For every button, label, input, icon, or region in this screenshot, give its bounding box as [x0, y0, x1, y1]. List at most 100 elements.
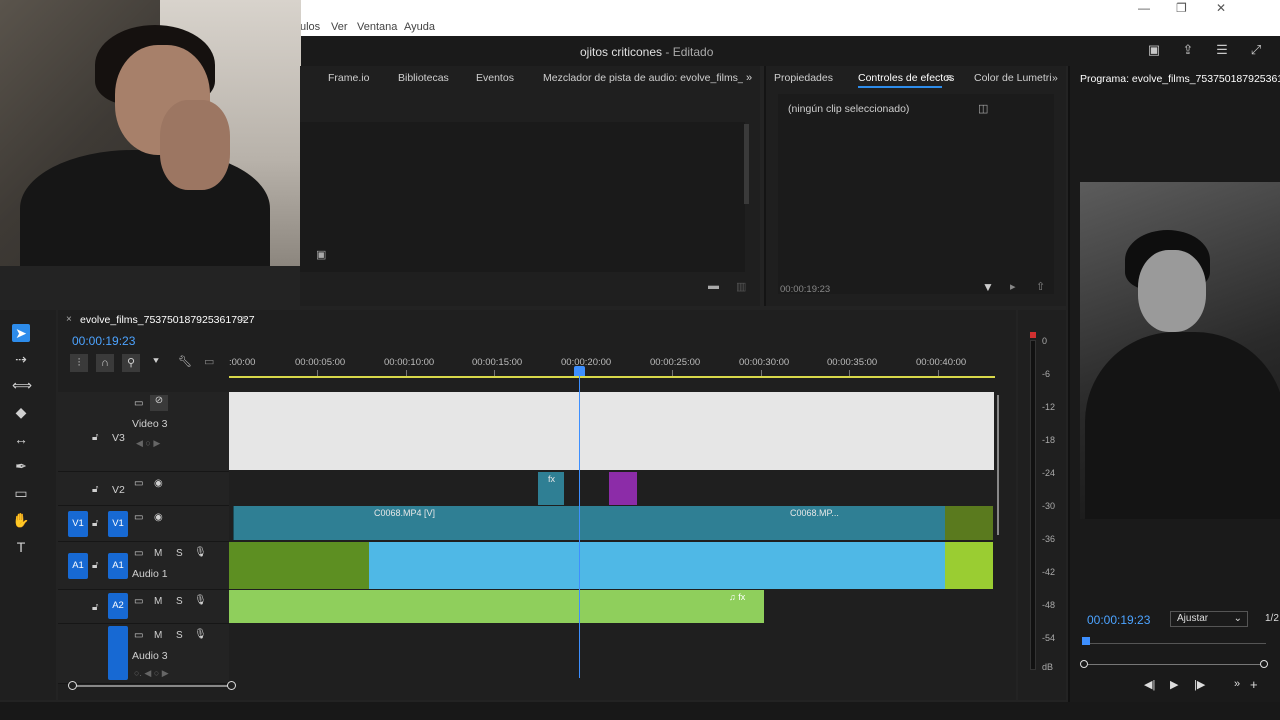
video-clip-v2[interactable]: fx — [538, 472, 564, 505]
toggle-timeline-icon[interactable]: ◫ — [978, 102, 988, 115]
rectangle-tool-icon[interactable]: ▭ — [12, 484, 30, 502]
library-icon[interactable]: ▣ — [316, 248, 326, 261]
source-patch-a1[interactable]: A1 — [68, 553, 88, 579]
sequence-menu-icon[interactable]: ≡ — [241, 314, 247, 325]
track-target-a3[interactable] — [108, 626, 128, 680]
restore-icon[interactable]: ❐ — [1176, 1, 1187, 15]
add-button-icon[interactable]: + — [1250, 677, 1258, 692]
zoom-fit-select[interactable]: Ajustar ⌄ — [1170, 611, 1248, 627]
sync-lock-icon[interactable]: ▭ — [134, 630, 143, 641]
pen-tool-icon[interactable]: ✒ — [12, 457, 30, 475]
lock-icon[interactable]: 🔓︎ — [92, 484, 98, 495]
snap-icon[interactable]: ∩ — [96, 354, 114, 372]
keyframe-nav-icon[interactable]: ◀ ○ ▶ — [136, 438, 160, 449]
playback-resolution[interactable]: 1/2 — [1265, 613, 1279, 624]
tab-lumetri-color[interactable]: Color de Lumetri — [974, 72, 1052, 84]
time-ruler[interactable]: :00:00 00:00:05:00 00:00:10:00 00:00:15:… — [229, 350, 995, 380]
solo-button[interactable]: S — [176, 630, 183, 641]
scroll-handle-left[interactable] — [68, 681, 77, 690]
tab-menu-icon[interactable]: ≡ — [946, 72, 952, 84]
timeline-horizontal-scrollbar[interactable] — [72, 685, 232, 687]
marker-icon[interactable]: ⯆ — [152, 356, 160, 367]
export-clip-icon[interactable]: ⇧ — [1036, 280, 1045, 293]
mute-button[interactable]: M — [154, 630, 162, 641]
lock-icon[interactable]: 🔓︎ — [92, 560, 98, 571]
zoom-handle-left[interactable] — [1080, 660, 1088, 668]
video-clip-v2-purple[interactable] — [609, 472, 637, 505]
razor-tool-icon[interactable]: ◆ — [12, 403, 30, 421]
audio-clip-a1-end[interactable] — [945, 542, 993, 589]
tab-frameio[interactable]: Frame.io — [328, 72, 369, 84]
program-zoom-bar[interactable] — [1082, 664, 1268, 665]
menu-item-view[interactable]: Ver — [331, 21, 348, 33]
workspaces-icon[interactable]: ☰ — [1214, 43, 1230, 57]
tab-properties[interactable]: Propiedades — [774, 72, 833, 84]
linked-selection-icon[interactable]: ⚲ — [122, 354, 140, 372]
nest-icon[interactable]: ⫶ — [70, 354, 88, 372]
eye-icon[interactable]: ◉ — [154, 478, 163, 489]
video-clip-v1[interactable]: C0068.MP4 [V] C0068.MP... — [233, 506, 945, 540]
track-target-a2[interactable]: A2 — [108, 593, 128, 619]
type-tool-icon[interactable]: T — [12, 538, 30, 556]
keyframe-nav-icon[interactable]: ○. ◀ ○ ▶ — [134, 668, 169, 679]
source-patch-v1[interactable]: V1 — [68, 511, 88, 537]
sequence-timecode[interactable]: 00:00:19:23 — [72, 334, 135, 348]
work-area-bar[interactable] — [229, 376, 995, 378]
eye-hidden-icon[interactable]: ⊘ — [150, 395, 168, 411]
mute-button[interactable]: M — [154, 596, 162, 607]
tab-audio-mixer[interactable]: Mezclador de pista de audio: evolve_film… — [543, 72, 743, 84]
scroll-handle-right[interactable] — [227, 681, 236, 690]
menu-item-clips[interactable]: ulos — [300, 21, 320, 33]
mute-button[interactable]: M — [154, 548, 162, 559]
sequence-tab[interactable]: evolve_films_7537501879253617927 — [80, 314, 255, 326]
solo-button[interactable]: S — [176, 596, 183, 607]
solo-button[interactable]: S — [176, 548, 183, 559]
playhead-line[interactable] — [579, 368, 580, 678]
fullscreen-icon[interactable]: ⤢ — [1248, 43, 1264, 57]
more-tabs-icon[interactable]: » — [746, 72, 752, 84]
audio-clip-a2[interactable]: ♫ fx — [229, 590, 764, 623]
sync-lock-icon[interactable]: ▭ — [134, 512, 143, 523]
close-icon[interactable]: ✕ — [1216, 1, 1226, 15]
play-icon[interactable]: ▶ — [1170, 678, 1178, 691]
ripple-edit-tool-icon[interactable]: ⟺ — [12, 376, 32, 394]
menu-item-help[interactable]: Ayuda — [404, 21, 435, 33]
filter-icon[interactable]: ▼ — [982, 280, 994, 294]
sync-lock-icon[interactable]: ▭ — [134, 398, 143, 409]
track-target-v1[interactable]: V1 — [108, 511, 128, 537]
eye-icon[interactable]: ◉ — [154, 512, 163, 523]
lock-icon[interactable]: 🔓︎ — [92, 518, 98, 529]
menu-item-window[interactable]: Ventana — [357, 21, 397, 33]
sync-lock-icon[interactable]: ▭ — [134, 478, 143, 489]
close-sequence-icon[interactable]: × — [66, 314, 72, 325]
more-tabs-icon[interactable]: » — [1052, 72, 1058, 84]
slip-tool-icon[interactable]: ↔ — [12, 430, 30, 448]
trash-icon[interactable]: ▥ — [736, 280, 746, 293]
audio-clip-a1-green[interactable] — [229, 542, 369, 589]
lock-icon[interactable]: 🔓︎ — [92, 432, 98, 443]
sync-lock-icon[interactable]: ▭ — [134, 596, 143, 607]
play-audio-icon[interactable]: ▸ — [1010, 280, 1016, 293]
export-icon[interactable]: ⇪ — [1180, 43, 1196, 57]
tab-events[interactable]: Eventos — [476, 72, 514, 84]
more-buttons-icon[interactable]: » — [1234, 678, 1240, 690]
track-target-a1[interactable]: A1 — [108, 553, 128, 579]
tab-effect-controls[interactable]: Controles de efectos — [858, 72, 954, 84]
program-timecode[interactable]: 00:00:19:23 — [1087, 613, 1150, 627]
step-back-icon[interactable]: ◀| — [1144, 678, 1155, 691]
share-frame-icon[interactable]: ▣ — [1146, 43, 1162, 57]
tab-libraries[interactable]: Bibliotecas — [398, 72, 449, 84]
program-scrub-bar[interactable] — [1082, 643, 1266, 644]
video-clip-v3[interactable] — [229, 392, 994, 470]
step-forward-icon[interactable]: |▶ — [1194, 678, 1205, 691]
microphone-icon[interactable]: 🎙︎ — [194, 547, 207, 558]
source-scrollbar[interactable] — [744, 124, 749, 204]
track-select-tool-icon[interactable]: ⇢ — [12, 350, 30, 368]
program-playhead[interactable] — [1082, 637, 1090, 645]
video-clip-v1-end[interactable] — [945, 506, 993, 540]
minimize-icon[interactable]: — — [1138, 1, 1150, 15]
sync-lock-icon[interactable]: ▭ — [134, 548, 143, 559]
settings-wrench-icon[interactable]: 🔧︎ — [178, 355, 192, 368]
zoom-handle-right[interactable] — [1260, 660, 1268, 668]
folder-icon[interactable]: ▬ — [708, 280, 719, 292]
